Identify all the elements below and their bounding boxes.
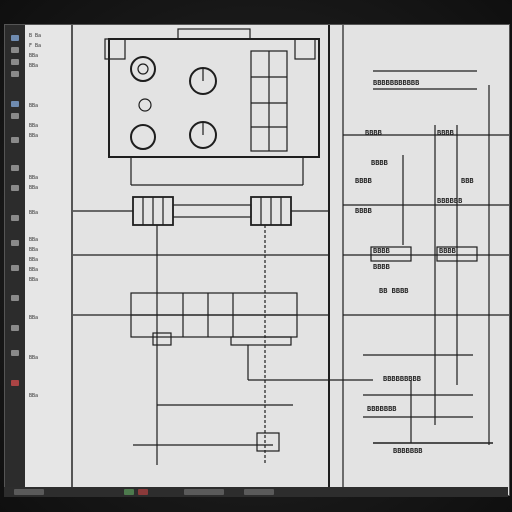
end-fitting (256, 432, 280, 452)
hatch-tool-icon[interactable] (11, 350, 19, 356)
monitor-frame: B Ba F Ba BBa BBa BBa BBa BBa BBa BBa BB… (0, 0, 512, 512)
component-label: BBBB (439, 247, 456, 255)
panel-label: BBa (29, 267, 39, 273)
right-label: BBBBBB (437, 197, 462, 205)
array-tool-icon[interactable] (11, 325, 19, 331)
component-label: BBBB (373, 247, 390, 255)
right-label: BBB (461, 177, 474, 185)
right-label: BB BBBB (379, 287, 409, 295)
pipe-coupling (172, 204, 252, 218)
status-bar (4, 487, 508, 497)
rectangle-tool-icon[interactable] (11, 59, 19, 65)
panel-label: BBa (29, 247, 39, 253)
extend-tool-icon[interactable] (11, 265, 19, 271)
trim-tool-icon[interactable] (11, 240, 19, 246)
footer-label: BBBBBBB (393, 447, 423, 455)
panel-label: BBa (29, 63, 39, 69)
footer-label: BBBBBBBBB (383, 375, 421, 383)
right-label: BBBB (371, 159, 388, 167)
line-tool-icon[interactable] (11, 47, 19, 53)
drawing-canvas[interactable]: BBBBBBBBBBB BBBB BBBB BBBB BBBB BBB BBBB… (73, 25, 509, 495)
panel-bracket (294, 38, 316, 60)
panel-label: BBa (29, 210, 39, 216)
grid-toggle[interactable] (138, 489, 148, 495)
offset-tool-icon[interactable] (11, 295, 19, 301)
panel-label: BBa (29, 237, 39, 243)
panel-label: BBa (29, 185, 39, 191)
panel-label: B Ba (29, 33, 42, 39)
properties-panel: B Ba F Ba BBa BBa BBa BBa BBa BBa BBa BB… (25, 25, 72, 495)
zoom-field[interactable] (244, 489, 274, 495)
coordinate-field[interactable] (14, 489, 44, 495)
fitting-block (230, 336, 292, 346)
panel-label: BBa (29, 123, 39, 129)
select-tool-icon[interactable] (11, 35, 19, 41)
rotate-tool-icon[interactable] (11, 185, 19, 191)
gauge-center-icon (137, 63, 149, 75)
panel-label: BBa (29, 277, 39, 283)
panel-label: BBa (29, 103, 39, 109)
circle-tool-icon[interactable] (11, 71, 19, 77)
panel-top-rail (177, 28, 251, 40)
footer-label: BBBBBBB (367, 405, 397, 413)
panel-label: BBa (29, 257, 39, 263)
header-text: BBBBBBBBBBB (373, 79, 419, 87)
layer-tool-icon[interactable] (11, 101, 19, 107)
gauge-icon (130, 56, 156, 82)
schematic-drawing: BBBBBBBBBBB BBBB BBBB BBBB BBBB BBB BBBB… (73, 25, 509, 495)
panel-label: BBa (29, 315, 39, 321)
cad-application-window: B Ba F Ba BBa BBa BBa BBa BBa BBa BBa BB… (4, 24, 510, 496)
tool-palette (5, 25, 26, 495)
layer-field[interactable] (184, 489, 224, 495)
fitting-block (152, 332, 172, 346)
mirror-tool-icon[interactable] (11, 215, 19, 221)
dimension-tool-icon[interactable] (11, 137, 19, 143)
right-label: BBBB (355, 177, 372, 185)
right-label: BBBB (355, 207, 372, 215)
right-title: BBBB (365, 129, 382, 137)
right-label: BBBB (373, 263, 390, 271)
panel-label: BBa (29, 175, 39, 181)
gauge-icon (130, 124, 156, 150)
text-tool-icon[interactable] (11, 113, 19, 119)
delete-tool-icon[interactable] (11, 380, 19, 386)
panel-label: F Ba (29, 43, 42, 49)
indicator-light-icon (138, 98, 152, 112)
move-tool-icon[interactable] (11, 165, 19, 171)
panel-label: BBa (29, 355, 39, 361)
panel-label: BBa (29, 133, 39, 139)
right-title: BBBB (437, 129, 454, 137)
snap-toggle[interactable] (124, 489, 134, 495)
panel-label: BBa (29, 393, 39, 399)
panel-label: BBa (29, 53, 39, 59)
